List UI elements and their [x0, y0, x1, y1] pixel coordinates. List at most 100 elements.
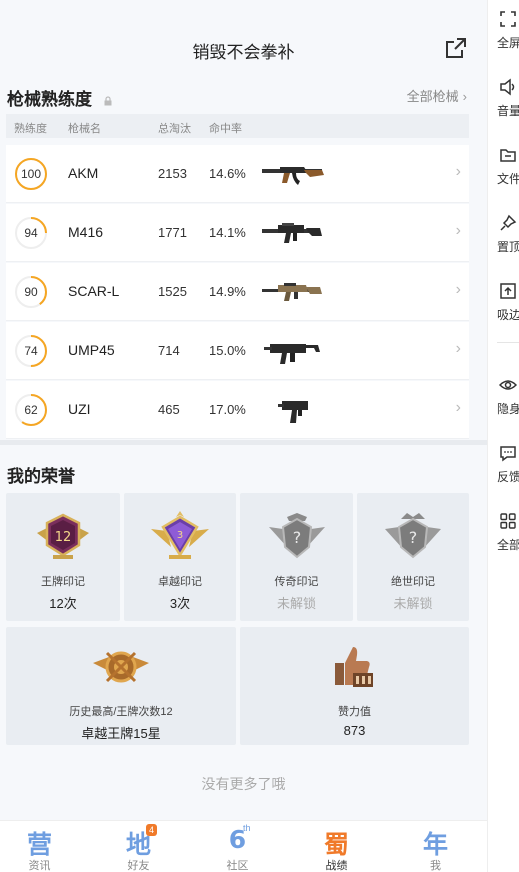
gun-name: SCAR-L: [68, 283, 120, 299]
mastery-title-text: 枪械熟练度: [7, 90, 92, 109]
peerless-emblem-locked-icon: ?: [385, 513, 441, 559]
gun-accuracy: 15.0%: [209, 343, 246, 358]
peerless-emblem-mark: ?: [409, 528, 418, 547]
ace-crown-emblem-icon: [93, 651, 149, 683]
gun-kills: 1771: [158, 225, 187, 240]
side-label: 隐身: [497, 402, 519, 416]
mastery-level: 100: [20, 167, 42, 181]
gun-row-akm[interactable]: 100 AKM 2153 14.6% ›: [6, 145, 469, 203]
mastery-title: 枪械熟练度: [7, 85, 113, 110]
ace-emblem-icon: 12: [37, 513, 89, 559]
col-gun-name: 枪械名: [68, 123, 101, 135]
side-files[interactable]: 文件: [488, 140, 519, 190]
side-label: 音量: [497, 104, 519, 118]
notification-badge: 4: [146, 824, 158, 836]
honor-value: 卓越王牌15星: [81, 726, 161, 741]
mastery-level: 90: [24, 285, 38, 299]
gun-accuracy: 17.0%: [209, 402, 246, 417]
elite-emblem-icon: 3: [151, 511, 209, 559]
tab-news[interactable]: 营 资讯: [0, 821, 88, 872]
legend-emblem-locked-icon: ?: [268, 513, 325, 559]
akm-rifle-icon: [262, 167, 324, 185]
side-fullscreen[interactable]: 全屏: [488, 4, 519, 54]
grid-icon: [500, 513, 516, 529]
me-tab-icon: 年: [422, 830, 449, 859]
honor-value: 12次: [49, 596, 77, 611]
gun-row-uzi[interactable]: 62 UZI 465 17.0% ›: [6, 381, 469, 439]
all-guns-label: 全部枪械: [406, 89, 459, 104]
side-pin[interactable]: 置顶: [488, 208, 519, 258]
m416-rifle-icon: [262, 223, 322, 243]
eye-icon: [499, 380, 517, 390]
gun-accuracy: 14.6%: [209, 166, 246, 181]
tab-record[interactable]: 蜀 战绩: [288, 821, 385, 872]
legend-emblem-mark: ?: [292, 528, 301, 547]
honor-value: 未解锁: [276, 596, 316, 611]
main-panel: 销毁不会拳补 枪械熟练度 全部枪械 › 熟练度 枪械名 总淘汰 命中率 100 A…: [0, 0, 487, 872]
snap-edge-icon: [500, 283, 516, 299]
tab-me[interactable]: 年 我: [387, 821, 484, 872]
news-tab-icon: 营: [26, 830, 53, 859]
tab-label: 战绩: [325, 860, 348, 872]
tab-label: 社区: [226, 860, 249, 872]
honor-label: 历史最高/王牌次数12: [69, 706, 173, 718]
elite-emblem-number: 3: [177, 530, 183, 541]
gun-accuracy: 14.9%: [209, 284, 246, 299]
honor-value: 3次: [169, 596, 191, 611]
honor-card-history[interactable]: 历史最高/王牌次数12 卓越王牌15星: [6, 627, 236, 745]
gun-name: UMP45: [68, 342, 115, 358]
chevron-right-icon: ›: [455, 340, 461, 357]
section-divider: [0, 440, 487, 445]
volume-icon: [500, 78, 515, 96]
chevron-right-icon: ›: [455, 163, 461, 180]
honor-label: 赞力值: [338, 706, 371, 718]
mastery-level: 74: [24, 344, 38, 358]
side-label: 反馈: [497, 470, 519, 484]
chevron-right-icon: ›: [455, 399, 461, 416]
gun-accuracy: 14.1%: [209, 225, 246, 240]
community-tab-sup: th: [243, 823, 251, 833]
tab-label: 好友: [127, 860, 150, 872]
side-feedback[interactable]: 反馈: [488, 438, 519, 488]
thumbs-up-icon: [334, 647, 373, 687]
honor-card-likes[interactable]: 赞力值 873: [240, 627, 469, 745]
lock-icon: [104, 95, 112, 106]
chevron-right-icon: ›: [455, 281, 461, 298]
all-guns-link[interactable]: 全部枪械 ›: [407, 86, 467, 105]
tab-label: 我: [430, 860, 441, 872]
side-label: 全屏: [497, 36, 519, 50]
gun-kills: 2153: [158, 166, 187, 181]
honor-card-legend[interactable]: ? 传奇印记 未解锁: [240, 493, 353, 621]
gun-row-scar-l[interactable]: 90 SCAR-L 1525 14.9% ›: [6, 263, 469, 321]
tab-friends[interactable]: 地 4 好友: [90, 821, 187, 872]
gun-name: AKM: [68, 165, 99, 181]
gun-kills: 465: [158, 402, 180, 417]
gun-row-ump45[interactable]: 74 UMP45 714 15.0% ›: [6, 322, 469, 380]
side-volume[interactable]: 音量: [488, 72, 519, 122]
honor-value: 未解锁: [393, 596, 433, 611]
mastery-level: 62: [24, 403, 38, 417]
side-label: 置顶: [497, 240, 519, 254]
side-snap[interactable]: 吸边: [488, 276, 519, 326]
honor-card-ace[interactable]: 12 王牌印记 12次: [6, 493, 120, 621]
gun-name: M416: [68, 224, 104, 240]
side-label: 吸边: [497, 308, 519, 322]
record-tab-icon: 蜀: [323, 830, 350, 859]
chevron-right-icon: ›: [455, 222, 461, 239]
fullscreen-icon: [500, 11, 516, 27]
honor-card-elite[interactable]: 3 卓越印记 3次: [124, 493, 236, 621]
side-stealth[interactable]: 隐身: [488, 370, 519, 420]
mastery-level: 94: [24, 226, 38, 240]
gun-row-m416[interactable]: 94 M416 1771 14.1% ›: [6, 204, 469, 262]
side-all[interactable]: 全部: [488, 506, 519, 556]
side-menu: 全屏 音量 文件 置顶 吸边 隐身 反馈 全部: [487, 0, 519, 872]
honor-card-peerless[interactable]: ? 绝世印记 未解锁: [357, 493, 469, 621]
tab-community[interactable]: 6 th 社区: [189, 821, 286, 872]
honor-label: 绝世印记: [391, 576, 435, 588]
gun-kills: 714: [158, 343, 180, 358]
scar-l-rifle-icon: [262, 283, 322, 301]
gun-kills: 1525: [158, 284, 187, 299]
share-icon[interactable]: [444, 36, 468, 60]
col-accuracy: 命中率: [209, 123, 242, 135]
side-label: 全部: [497, 538, 519, 552]
